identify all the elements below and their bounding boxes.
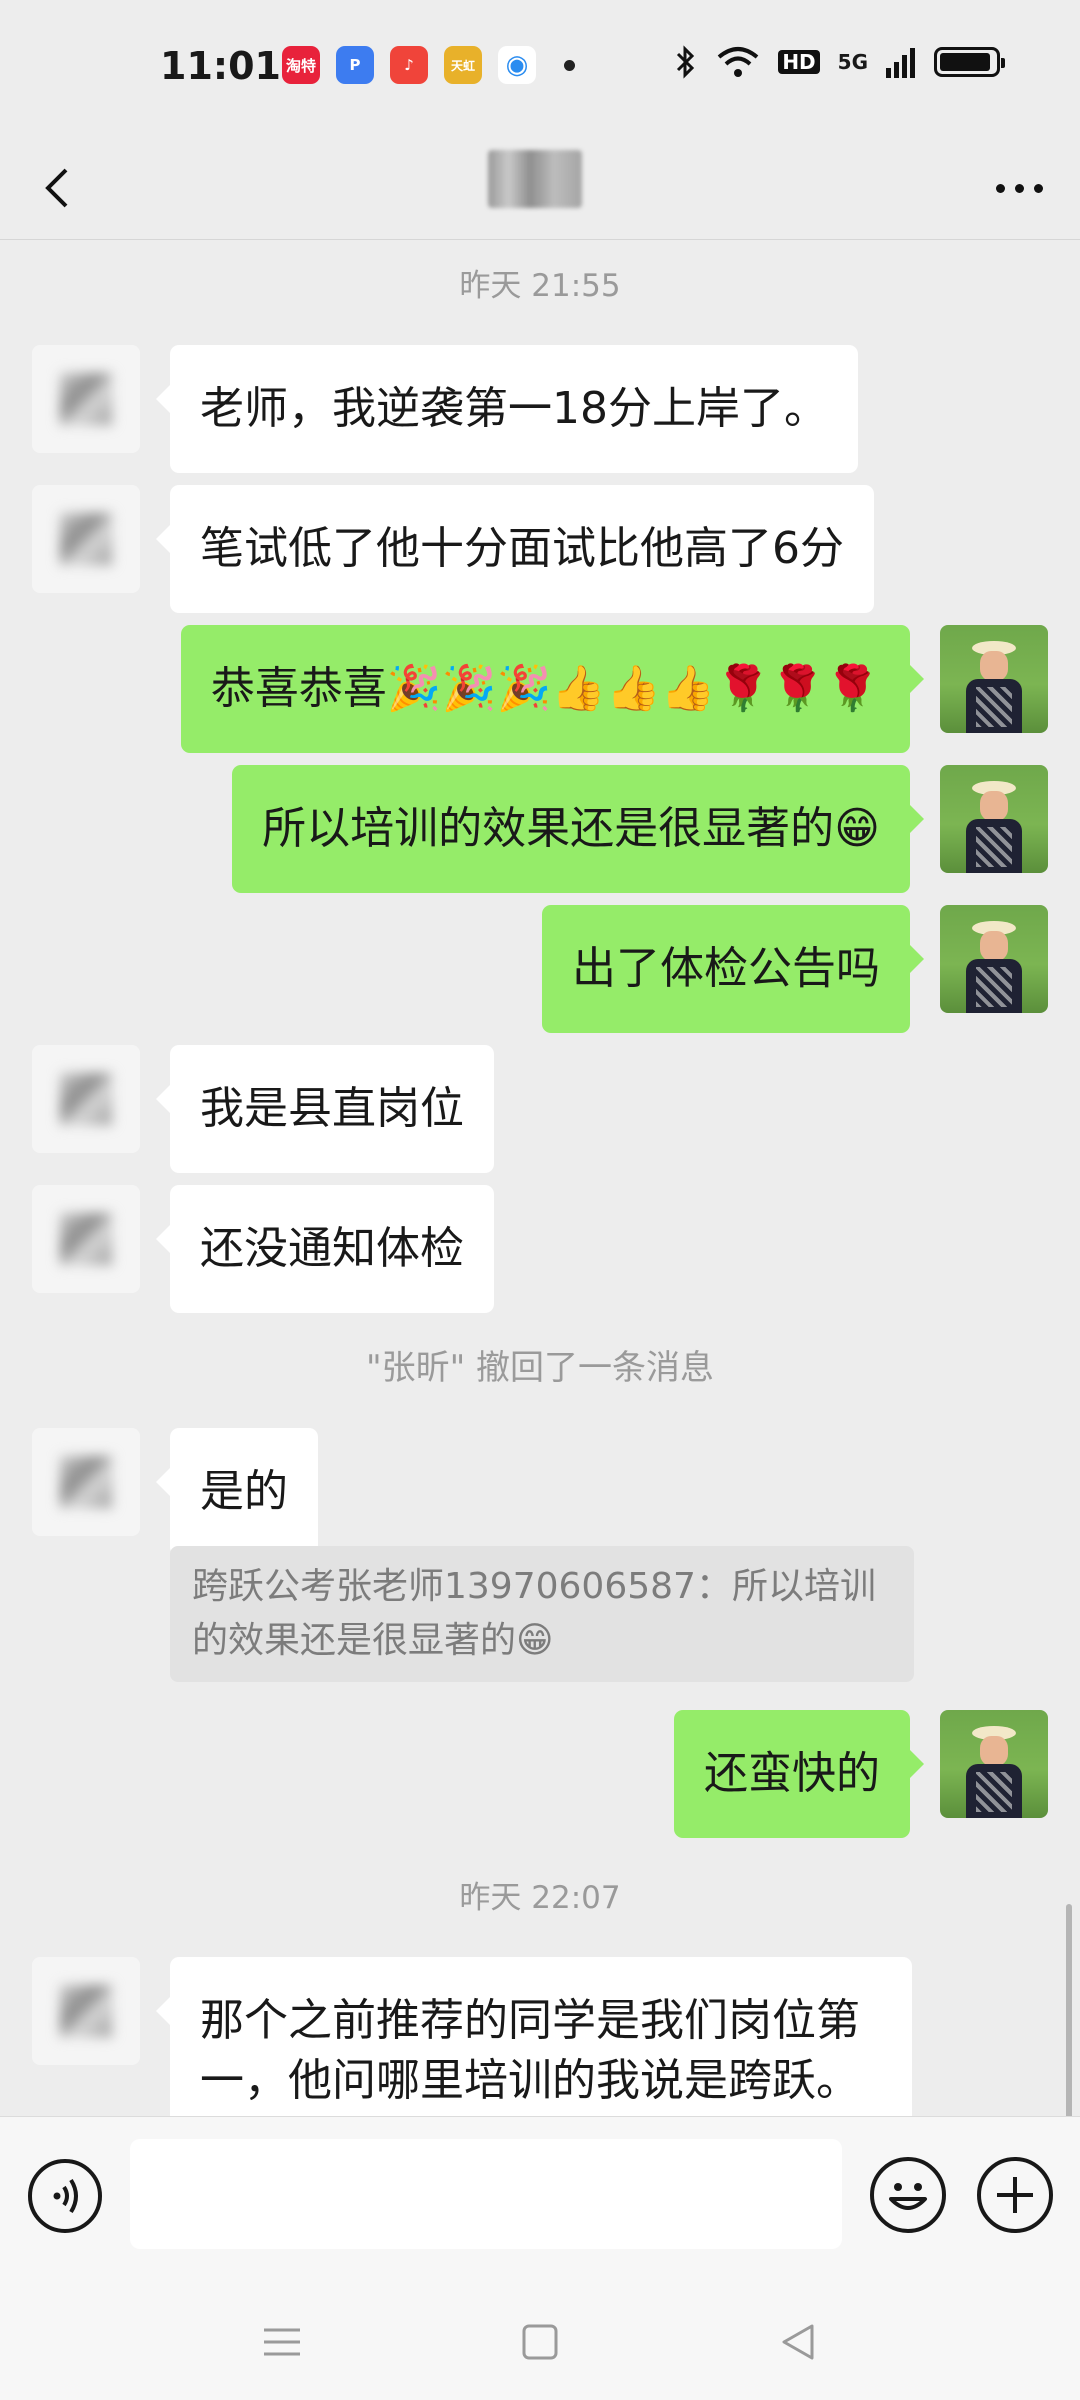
contact-avatar[interactable] xyxy=(32,345,140,453)
home-icon[interactable] xyxy=(520,2322,560,2362)
tianhong-app-icon: 天虹 xyxy=(444,46,482,84)
message-bubble[interactable]: 出了体检公告吗 xyxy=(542,905,924,1033)
contact-avatar[interactable] xyxy=(32,1185,140,1293)
voice-icon[interactable] xyxy=(28,2159,102,2233)
status-time: 11:01 xyxy=(160,44,281,88)
message-bubble[interactable]: 所以培训的效果还是很显著的😁 xyxy=(232,765,924,893)
notification-icons: 淘特 P ♪ 天虹 ◉ xyxy=(282,46,575,84)
message-bubble[interactable]: 是的 xyxy=(156,1428,318,1556)
contact-avatar[interactable] xyxy=(32,1957,140,2065)
my-avatar[interactable] xyxy=(940,625,1048,733)
my-avatar[interactable] xyxy=(940,1710,1048,1818)
menu-icon[interactable] xyxy=(262,2322,302,2362)
message-bubble[interactable]: 笔试低了他十分面试比他高了6分 xyxy=(156,485,874,613)
battery-icon xyxy=(934,47,1005,77)
message-bubble[interactable]: 恭喜恭喜🎉🎉🎉👍👍👍🌹🌹🌹 xyxy=(180,625,925,753)
browser-app-icon: ◉ xyxy=(498,46,536,84)
wifi-icon xyxy=(718,47,759,77)
chevron-left-icon[interactable] xyxy=(30,158,90,218)
message-bubble[interactable]: 我是县直岗位 xyxy=(156,1045,494,1173)
signal-type: 5G xyxy=(837,50,868,74)
message-bubble[interactable]: 还蛮快的 xyxy=(674,1710,924,1838)
timestamp: 昨天 22:07 xyxy=(459,1880,621,1916)
emoji-icon[interactable] xyxy=(870,2157,946,2233)
hd-indicator: HD xyxy=(778,50,820,74)
more-notifications-dot xyxy=(564,59,575,71)
more-dots-icon[interactable] xyxy=(984,158,1054,218)
status-bar: 11:01 淘特 P ♪ 天虹 ◉ HD 5G xyxy=(0,0,1080,136)
bluetooth-icon xyxy=(677,45,695,79)
taote-app-icon: 淘特 xyxy=(282,46,320,84)
music-app-icon: ♪ xyxy=(390,46,428,84)
message-bubble[interactable]: 还没通知体检 xyxy=(156,1185,494,1313)
chat-title-blurred xyxy=(488,150,582,208)
contact-avatar[interactable] xyxy=(32,1045,140,1153)
signal-strength-icon xyxy=(886,48,915,78)
message-bubble[interactable]: 老师，我逆袭第一18分上岸了。 xyxy=(156,345,858,473)
message-list[interactable]: 昨天 21:55 老师，我逆袭第一18分上岸了。 笔试低了他十分面试比他高了6分… xyxy=(0,240,1080,2116)
plus-icon[interactable] xyxy=(977,2157,1053,2233)
my-avatar[interactable] xyxy=(940,765,1048,873)
battery-level xyxy=(940,53,990,71)
back-triangle-icon[interactable] xyxy=(778,2322,818,2362)
system-status-icons: HD 5G xyxy=(674,44,1005,80)
pdd-app-icon: P xyxy=(336,46,374,84)
message-input[interactable] xyxy=(130,2139,842,2249)
contact-avatar[interactable] xyxy=(32,485,140,593)
scrollbar[interactable] xyxy=(1066,1904,1072,2116)
message-bubble[interactable]: 那个之前推荐的同学是我们岗位第一，他问哪里培训的我说是跨跃。 xyxy=(156,1957,912,2116)
timestamp: 昨天 21:55 xyxy=(459,268,621,304)
system-navigation-bar xyxy=(0,2284,1080,2400)
quoted-message[interactable]: 跨跃公考张老师13970606587：所以培训的效果还是很显著的😁 xyxy=(170,1546,914,1682)
my-avatar[interactable] xyxy=(940,905,1048,1013)
chat-input-bar xyxy=(0,2116,1080,2284)
contact-avatar[interactable] xyxy=(32,1428,140,1536)
chat-header xyxy=(0,136,1080,240)
recall-notice: "张昕" 撤回了一条消息 xyxy=(365,1348,715,1388)
